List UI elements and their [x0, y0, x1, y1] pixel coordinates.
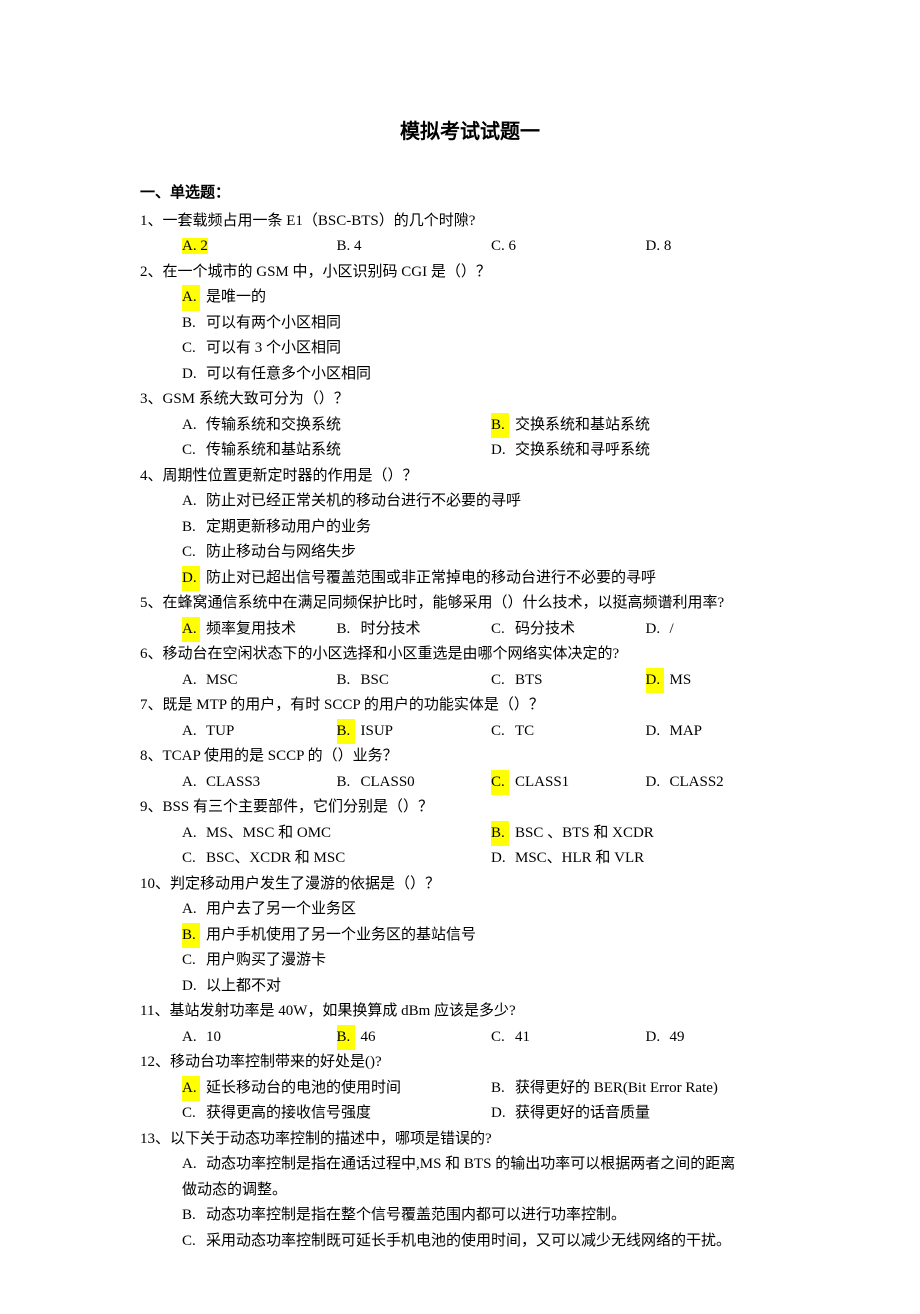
- question-text: 6、移动台在空闲状态下的小区选择和小区重选是由哪个网络实体决定的?: [140, 642, 800, 668]
- option-b: B.动态功率控制是指在整个信号覆盖范围内都可以进行功率控制。: [182, 1203, 800, 1229]
- option-b: B.46: [337, 1025, 492, 1051]
- option-d: D.防止对已超出信号覆盖范围或非正常掉电的移动台进行不必要的寻呼: [182, 566, 800, 592]
- question-2: 2、在一个城市的 GSM 中，小区识别码 CGI 是（）？ A.是唯一的 B.可…: [140, 260, 800, 388]
- question-text: 11、基站发射功率是 40W，如果换算成 dBm 应该是多少?: [140, 999, 800, 1025]
- page-title: 模拟考试试题一: [140, 115, 800, 149]
- option-c: C. 6: [491, 234, 646, 260]
- option-a: A.动态功率控制是指在通话过程中,MS 和 BTS 的输出功率可以根据两者之间的…: [182, 1152, 800, 1178]
- option-c: C.CLASS1: [491, 770, 646, 796]
- option-b: B.BSC 、BTS 和 XCDR: [491, 821, 800, 847]
- option-c: C.BSC、XCDR 和 MSC: [182, 846, 491, 872]
- option-b: B.时分技术: [337, 617, 492, 643]
- question-11: 11、基站发射功率是 40W，如果换算成 dBm 应该是多少? A.10 B.4…: [140, 999, 800, 1050]
- option-b: B.定期更新移动用户的业务: [182, 515, 800, 541]
- question-12: 12、移动台功率控制带来的好处是()? A.延长移动台的电池的使用时间 B.获得…: [140, 1050, 800, 1127]
- option-b: B.BSC: [337, 668, 492, 694]
- option-a: A.MS、MSC 和 OMC: [182, 821, 491, 847]
- option-d: D.49: [646, 1025, 801, 1051]
- option-a: A.TUP: [182, 719, 337, 745]
- option-a: A.CLASS3: [182, 770, 337, 796]
- question-text: 8、TCAP 使用的是 SCCP 的（）业务？: [140, 744, 800, 770]
- question-7: 7、既是 MTP 的用户，有时 SCCP 的用户的功能实体是（）？ A.TUP …: [140, 693, 800, 744]
- question-10: 10、判定移动用户发生了漫游的依据是（）？ A.用户去了另一个业务区 B.用户手…: [140, 872, 800, 1000]
- option-c: C.41: [491, 1025, 646, 1051]
- option-c: C.BTS: [491, 668, 646, 694]
- option-c: C.防止移动台与网络失步: [182, 540, 800, 566]
- option-a: A.是唯一的: [182, 285, 800, 311]
- option-b: B. 4: [337, 234, 492, 260]
- question-13: 13、以下关于动态功率控制的描述中，哪项是错误的? A.动态功率控制是指在通话过…: [140, 1127, 800, 1255]
- option-a: A. 2: [182, 234, 337, 260]
- question-text: 3、GSM 系统大致可分为（）？: [140, 387, 800, 413]
- option-d: D.MS: [646, 668, 801, 694]
- option-d: D.可以有任意多个小区相同: [182, 362, 800, 388]
- question-text: 9、BSS 有三个主要部件，它们分别是（）？: [140, 795, 800, 821]
- question-8: 8、TCAP 使用的是 SCCP 的（）业务？ A.CLASS3 B.CLASS…: [140, 744, 800, 795]
- option-a-continuation: 做动态的调整。: [140, 1178, 800, 1204]
- option-a: A.防止对已经正常关机的移动台进行不必要的寻呼: [182, 489, 800, 515]
- option-d: D.交换系统和寻呼系统: [491, 438, 800, 464]
- question-text: 2、在一个城市的 GSM 中，小区识别码 CGI 是（）？: [140, 260, 800, 286]
- option-a: A.10: [182, 1025, 337, 1051]
- question-1: 1、一套载频占用一条 E1（BSC-BTS）的几个时隙? A. 2 B. 4 C…: [140, 209, 800, 260]
- question-5: 5、在蜂窝通信系统中在满足同频保护比时，能够采用（）什么技术，以挺高频谱利用率?…: [140, 591, 800, 642]
- question-text: 10、判定移动用户发生了漫游的依据是（）？: [140, 872, 800, 898]
- option-c: C.获得更高的接收信号强度: [182, 1101, 491, 1127]
- option-d: D. 8: [646, 234, 801, 260]
- question-text: 4、周期性位置更新定时器的作用是（）？: [140, 464, 800, 490]
- option-c: C.TC: [491, 719, 646, 745]
- option-c: C.可以有 3 个小区相同: [182, 336, 800, 362]
- section-heading: 一、单选题：: [140, 181, 800, 207]
- option-b: B.获得更好的 BER(Bit Error Rate): [491, 1076, 800, 1102]
- question-6: 6、移动台在空闲状态下的小区选择和小区重选是由哪个网络实体决定的? A.MSC …: [140, 642, 800, 693]
- option-c: C.码分技术: [491, 617, 646, 643]
- question-text: 7、既是 MTP 的用户，有时 SCCP 的用户的功能实体是（）？: [140, 693, 800, 719]
- option-a: A.用户去了另一个业务区: [182, 897, 800, 923]
- option-d: D.MSC、HLR 和 VLR: [491, 846, 800, 872]
- option-d: D.以上都不对: [182, 974, 800, 1000]
- option-d: D.MAP: [646, 719, 801, 745]
- option-b: B.ISUP: [337, 719, 492, 745]
- option-d: D.CLASS2: [646, 770, 801, 796]
- option-b: B.可以有两个小区相同: [182, 311, 800, 337]
- option-a: A.延长移动台的电池的使用时间: [182, 1076, 491, 1102]
- question-9: 9、BSS 有三个主要部件，它们分别是（）？ A.MS、MSC 和 OMC B.…: [140, 795, 800, 872]
- question-text: 1、一套载频占用一条 E1（BSC-BTS）的几个时隙?: [140, 209, 800, 235]
- option-a: A.MSC: [182, 668, 337, 694]
- option-b: B.用户手机使用了另一个业务区的基站信号: [182, 923, 800, 949]
- question-3: 3、GSM 系统大致可分为（）？ A.传输系统和交换系统 B.交换系统和基站系统…: [140, 387, 800, 464]
- question-text: 13、以下关于动态功率控制的描述中，哪项是错误的?: [140, 1127, 800, 1153]
- option-a: A.频率复用技术: [182, 617, 337, 643]
- question-text: 12、移动台功率控制带来的好处是()?: [140, 1050, 800, 1076]
- question-4: 4、周期性位置更新定时器的作用是（）？ A.防止对已经正常关机的移动台进行不必要…: [140, 464, 800, 592]
- option-c: C.用户购买了漫游卡: [182, 948, 800, 974]
- option-d: D./: [646, 617, 801, 643]
- option-d: D.获得更好的话音质量: [491, 1101, 800, 1127]
- option-b: B.CLASS0: [337, 770, 492, 796]
- option-c: C.采用动态功率控制既可延长手机电池的使用时间，又可以减少无线网络的干扰。: [182, 1229, 800, 1255]
- option-b: B.交换系统和基站系统: [491, 413, 800, 439]
- option-c: C.传输系统和基站系统: [182, 438, 491, 464]
- option-a: A.传输系统和交换系统: [182, 413, 491, 439]
- question-text: 5、在蜂窝通信系统中在满足同频保护比时，能够采用（）什么技术，以挺高频谱利用率?: [140, 591, 800, 617]
